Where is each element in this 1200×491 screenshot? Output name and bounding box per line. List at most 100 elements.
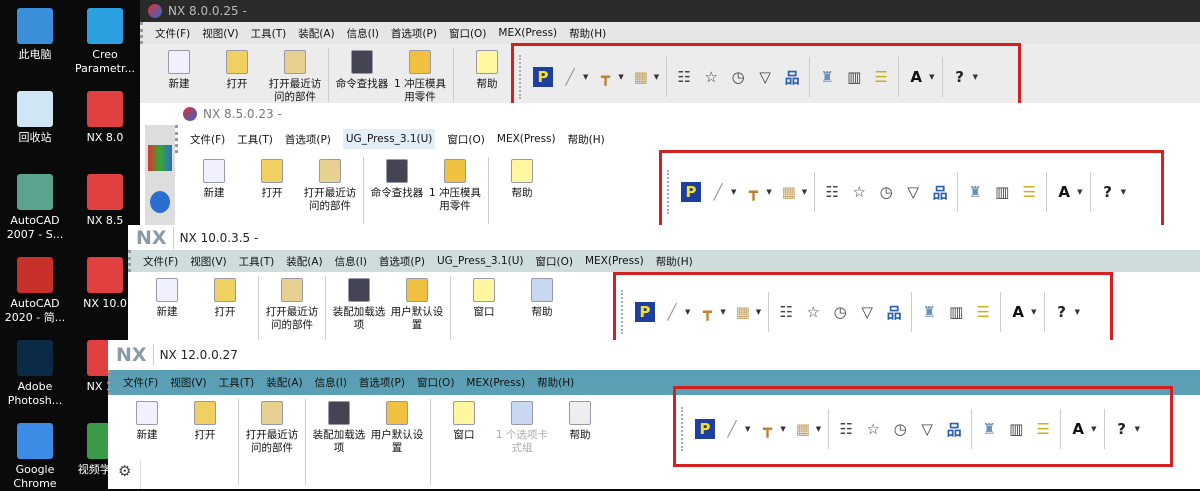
ribbon-button[interactable]: 新建 <box>185 153 243 200</box>
ribbon-button[interactable]: 帮助 <box>513 272 571 319</box>
ribbon-button[interactable]: 窗口 <box>435 395 493 442</box>
menu-item[interactable]: UG_Press_3.1(U) <box>342 129 436 149</box>
menu-item[interactable]: 视图(V) <box>170 375 206 390</box>
button-icon <box>284 50 306 74</box>
ribbon-button[interactable]: 命令查找器 <box>368 153 426 200</box>
title-bar: NX NX 10.0.3.5 - <box>128 225 1200 250</box>
nx-app-icon <box>148 4 162 18</box>
group-separator <box>363 157 364 224</box>
ribbon-button[interactable]: 装配加载选项 <box>310 395 368 455</box>
info-icon[interactable] <box>150 191 170 213</box>
menu-item[interactable]: 首选项(P) <box>285 132 331 147</box>
menu-item[interactable]: 装配(A) <box>266 375 302 390</box>
ribbon-button[interactable]: 用户默认设置 <box>388 272 446 332</box>
ribbon-button[interactable]: 帮助 <box>458 44 516 91</box>
ribbon-button[interactable]: 1 冲压模具用零件 <box>426 153 484 213</box>
shortcut-icon <box>17 340 53 376</box>
ribbon-button[interactable]: 打开最近访问的部件 <box>266 44 324 104</box>
ribbon-button[interactable]: 命令查找器 <box>333 44 391 91</box>
ribbon-button[interactable]: 装配加载选项 <box>330 272 388 332</box>
menu-item[interactable]: 窗口(O) <box>449 26 486 41</box>
menu-item[interactable]: 信息(I) <box>315 375 347 390</box>
desktop-shortcut[interactable]: 此电脑 <box>0 8 70 62</box>
ribbon-button[interactable]: 用户默认设置 <box>368 395 426 455</box>
menu-item[interactable]: 文件(F) <box>155 26 190 41</box>
desktop-shortcut[interactable]: AutoCAD 2007 - S... <box>0 174 70 242</box>
ribbon-button[interactable]: 打开 <box>196 272 254 319</box>
ribbon-button[interactable]: 新建 <box>138 272 196 319</box>
menu-item[interactable]: UG_Press_3.1(U) <box>437 255 524 267</box>
window-title: NX 12.0.0.27 <box>159 348 238 362</box>
group-separator <box>488 157 489 224</box>
ribbon-button[interactable]: 打开最近访问的部件 <box>301 153 359 213</box>
button-label: 窗口 <box>453 429 475 441</box>
button-icon <box>203 159 225 183</box>
menu-item[interactable]: 工具(T) <box>219 375 255 390</box>
menu-item[interactable]: MEX(Press) <box>497 133 556 145</box>
ribbon-button[interactable]: 打开 <box>243 153 301 200</box>
ribbon-button[interactable]: 1 冲压模具用零件 <box>391 44 449 104</box>
menu-item[interactable]: 帮助(H) <box>656 254 693 269</box>
menu-item[interactable]: 窗口(O) <box>417 375 454 390</box>
shortcut-icon <box>87 91 123 127</box>
group-separator <box>325 276 326 344</box>
books-icon[interactable] <box>148 145 172 171</box>
menu-item[interactable]: 文件(F) <box>123 375 158 390</box>
desktop-shortcut[interactable]: NX 8.5 <box>70 174 140 228</box>
menu-item[interactable]: 文件(F) <box>143 254 178 269</box>
menu-item[interactable]: 文件(F) <box>190 132 225 147</box>
menu-item[interactable]: 首选项(P) <box>359 375 405 390</box>
desktop-shortcut[interactable]: Adobe Photosh... <box>0 340 70 408</box>
ribbon-button[interactable]: 帮助 <box>493 153 551 200</box>
button-label: 打开 <box>214 306 236 318</box>
side-panel <box>145 125 175 228</box>
ribbon-button[interactable]: 窗口 <box>455 272 513 319</box>
desktop-shortcut[interactable]: AutoCAD 2020 - 简... <box>0 257 70 325</box>
desktop-shortcut[interactable]: Google Chrome <box>0 423 70 491</box>
menu-item[interactable]: 视图(V) <box>190 254 226 269</box>
button-icon <box>406 278 428 302</box>
ribbon-button[interactable]: 打开 <box>208 44 266 91</box>
shortcut-icon <box>17 91 53 127</box>
ribbon-button[interactable]: 1 个选项卡式组 <box>493 395 551 455</box>
button-icon <box>261 159 283 183</box>
settings-gear-icon[interactable]: ⚙ <box>118 462 131 480</box>
shortcut-icon <box>87 8 123 44</box>
menu-item[interactable]: 工具(T) <box>237 132 273 147</box>
menu-item[interactable]: 帮助(H) <box>568 132 605 147</box>
menu-item[interactable]: MEX(Press) <box>585 255 644 267</box>
desktop-shortcut[interactable]: 回收站 <box>0 91 70 145</box>
menu-item[interactable]: 首选项(P) <box>379 254 425 269</box>
menu-item[interactable]: 窗口(O) <box>447 132 484 147</box>
menu-item[interactable]: 工具(T) <box>239 254 275 269</box>
menu-item[interactable]: 帮助(H) <box>537 375 574 390</box>
shortcut-label: AutoCAD 2007 - S... <box>6 214 64 241</box>
ribbon-button[interactable]: 新建 <box>150 44 208 91</box>
ribbon-button[interactable]: 打开最近访问的部件 <box>263 272 321 332</box>
shortcut-icon <box>87 174 123 210</box>
button-icon <box>409 50 431 74</box>
button-label: 命令查找器 <box>335 78 389 90</box>
button-icon <box>476 50 498 74</box>
menu-bar: 文件(F) 视图(V) 工具(T) 装配(A) 信息(I) 首选项(P) UG_Press_… <box>128 250 1200 272</box>
menu-item[interactable]: 帮助(H) <box>569 26 606 41</box>
ribbon-button[interactable]: 打开最近访问的部件 <box>243 395 301 455</box>
menu-item[interactable]: 工具(T) <box>251 26 287 41</box>
button-label: 新建 <box>136 429 158 441</box>
menu-item[interactable]: 首选项(P) <box>391 26 437 41</box>
ribbon-button[interactable]: 新建 <box>118 395 176 442</box>
desktop-shortcut[interactable]: NX 8.0 <box>70 91 140 145</box>
ribbon-button[interactable]: 帮助 <box>551 395 609 442</box>
menu-item[interactable]: 信息(I) <box>335 254 367 269</box>
group-separator <box>305 399 306 485</box>
menu-item[interactable]: 装配(A) <box>286 254 322 269</box>
menu-item[interactable]: 信息(I) <box>347 26 379 41</box>
group-separator <box>450 276 451 344</box>
menu-item[interactable]: 视图(V) <box>202 26 238 41</box>
desktop-shortcut[interactable]: Creo Parametr... <box>70 8 140 76</box>
menu-item[interactable]: 窗口(O) <box>536 254 573 269</box>
menu-item[interactable]: MEX(Press) <box>466 377 525 389</box>
ribbon-button[interactable]: 打开 <box>176 395 234 442</box>
menu-item[interactable]: 装配(A) <box>298 26 334 41</box>
menu-item[interactable]: MEX(Press) <box>498 27 557 39</box>
